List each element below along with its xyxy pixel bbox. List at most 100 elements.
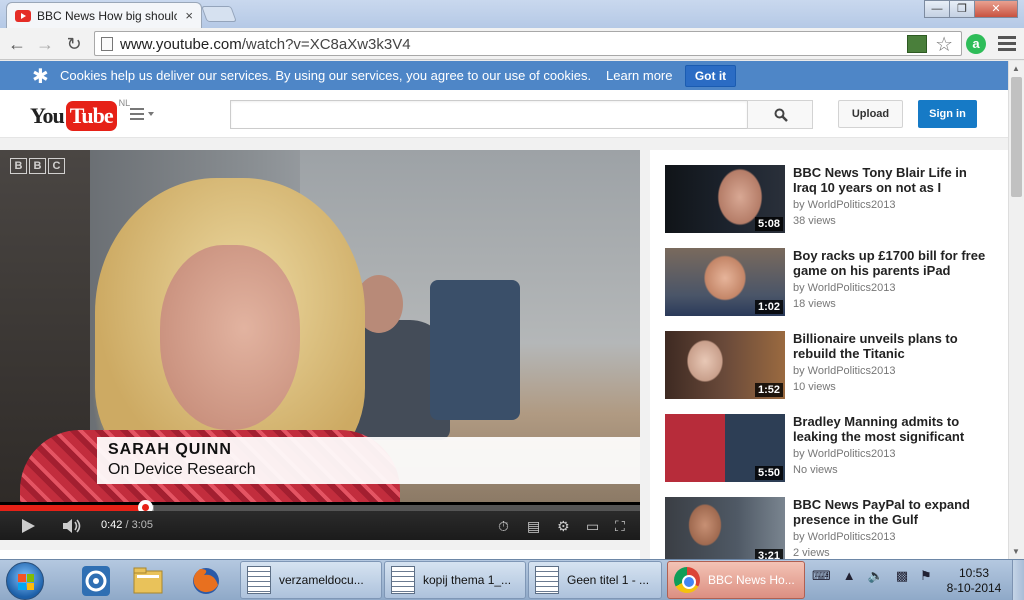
reload-icon[interactable]: ↻ <box>63 33 85 55</box>
keyboard-icon[interactable]: ⌨ <box>812 568 831 584</box>
video-thumbnail[interactable]: 3:21 <box>665 497 785 559</box>
video-duration: 1:52 <box>754 383 783 397</box>
action-center-icon[interactable]: ⚑ <box>920 568 932 584</box>
speaker-icon[interactable]: 🔈 <box>868 568 884 584</box>
player-controls: 0:42 / 3:05 ⏱ ▤ ⚙ ▭ ⛶ <box>0 511 640 540</box>
sign-in-button[interactable]: Sign in <box>918 100 977 128</box>
watch-later-icon[interactable]: ⏱ <box>498 518 509 535</box>
taskbar-item-document-3[interactable]: Geen titel 1 - ... <box>528 561 662 599</box>
search-input[interactable] <box>230 100 748 129</box>
settings-gear-icon[interactable]: ⚙ <box>557 518 570 535</box>
learn-more-link[interactable]: Learn more <box>606 68 672 83</box>
search-icon <box>774 108 788 122</box>
tab-close-icon[interactable]: × <box>185 8 193 23</box>
windows-logo-icon <box>18 574 34 590</box>
back-arrow-icon[interactable]: ← <box>6 33 28 55</box>
speaker-name: SARAH QUINN <box>108 441 232 458</box>
show-hidden-icons-icon[interactable]: ▲ <box>843 568 856 584</box>
related-video-title[interactable]: BBC News PayPal to expand presence in th… <box>793 497 993 527</box>
video-thumbnail[interactable]: 1:02 <box>665 248 785 316</box>
taskbar-item-document-2[interactable]: kopij thema 1_... <box>384 561 526 599</box>
image-extension-icon[interactable] <box>907 35 927 53</box>
explorer-folder-icon[interactable] <box>122 563 174 599</box>
close-window-button[interactable]: ✕ <box>974 0 1018 18</box>
bookmark-star-icon[interactable]: ☆ <box>935 32 953 57</box>
video-thumbnail[interactable]: 5:08 <box>665 165 785 233</box>
related-video-channel[interactable]: by WorldPolitics2013 <box>793 365 896 377</box>
related-video-title[interactable]: Bradley Manning admits to leaking the mo… <box>793 414 993 444</box>
extension-icon[interactable]: a <box>966 34 986 54</box>
youtube-page: ✱ Cookies help us deliver our services. … <box>0 61 1008 559</box>
address-bar[interactable]: www.youtube.com/watch?v=XC8aXw3k3V4 ☆ <box>94 31 962 56</box>
lower-third-caption: SARAH QUINN On Device Research <box>97 437 640 484</box>
firefox-icon[interactable] <box>180 563 232 599</box>
video-duration: 5:50 <box>754 466 783 480</box>
speaker-role: On Device Research <box>108 461 256 478</box>
upload-button[interactable]: Upload <box>838 100 903 128</box>
region-label: NL <box>118 98 131 108</box>
window-controls: — ❐ ✕ <box>924 0 1018 18</box>
search-button[interactable] <box>747 100 813 129</box>
show-desktop-button[interactable] <box>1012 560 1024 600</box>
guide-menu-icon[interactable] <box>130 108 156 122</box>
theater-mode-icon[interactable]: ▭ <box>586 518 599 535</box>
maximize-button[interactable]: ❐ <box>949 0 975 18</box>
related-video-title[interactable]: Boy racks up £1700 bill for free game on… <box>793 248 993 278</box>
clock-time: 10:53 <box>958 566 990 580</box>
masthead: You Tube NL Upload Sign in <box>0 90 1008 138</box>
related-video-channel[interactable]: by WorldPolitics2013 <box>793 199 896 211</box>
video-thumbnail[interactable]: 1:52 <box>665 331 785 399</box>
url-text[interactable]: www.youtube.com/watch?v=XC8aXw3k3V4 <box>120 36 411 53</box>
related-video-channel[interactable]: by WorldPolitics2013 <box>793 448 896 460</box>
youtube-logo[interactable]: You Tube NL <box>30 98 131 131</box>
network-signal-icon[interactable]: ▩ <box>896 568 908 584</box>
video-duration: 1:02 <box>754 300 783 314</box>
got-it-button[interactable]: Got it <box>685 65 736 87</box>
scrollbar-thumb[interactable] <box>1011 77 1022 197</box>
chrome-menu-icon[interactable] <box>998 36 1016 54</box>
logo-you: You <box>30 103 65 128</box>
video-thumbnail[interactable]: 5:50 <box>665 414 785 482</box>
related-videos-list: 5:08 BBC News Tony Blair Life in Iraq 10… <box>650 150 1008 559</box>
related-video-channel[interactable]: by WorldPolitics2013 <box>793 282 896 294</box>
fullscreen-icon[interactable]: ⛶ <box>615 518 625 535</box>
video-info-panel <box>0 550 640 559</box>
document-icon <box>391 566 415 594</box>
logo-tube: Tube <box>65 101 117 131</box>
related-video-item[interactable]: 5:50 Bradley Manning admits to leaking t… <box>665 414 1005 484</box>
taskbar-item-document-1[interactable]: verzameldocu... <box>240 561 382 599</box>
windows-taskbar: verzameldocu... kopij thema 1_... Geen t… <box>0 559 1024 600</box>
related-video-item[interactable]: 1:02 Boy racks up £1700 bill for free ga… <box>665 248 1005 318</box>
document-icon <box>247 566 271 594</box>
scroll-up-icon[interactable]: ▲ <box>1012 64 1020 73</box>
related-video-views: No views <box>793 464 838 476</box>
page-scrollbar[interactable]: ▲ ▼ <box>1008 61 1024 559</box>
related-video-item[interactable]: 3:21 BBC News PayPal to expand presence … <box>665 497 1005 559</box>
related-video-item[interactable]: 5:08 BBC News Tony Blair Life in Iraq 10… <box>665 165 1005 235</box>
related-video-channel[interactable]: by WorldPolitics2013 <box>793 531 896 543</box>
play-icon[interactable] <box>22 519 35 533</box>
video-player[interactable]: BBC SARAH QUINN On Device Research 0:42 … <box>0 150 640 540</box>
new-tab-button[interactable] <box>201 6 237 22</box>
related-video-title[interactable]: Billionaire unveils plans to rebuild the… <box>793 331 993 361</box>
related-video-item[interactable]: 1:52 Billionaire unveils plans to rebuil… <box>665 331 1005 401</box>
minimize-button[interactable]: — <box>924 0 950 18</box>
browser-tab[interactable]: BBC News How big shoulc × <box>6 2 202 28</box>
video-duration: 5:08 <box>754 217 783 231</box>
video-frame[interactable]: BBC SARAH QUINN On Device Research <box>0 150 640 502</box>
start-button[interactable] <box>6 562 44 600</box>
cookie-message: Cookies help us deliver our services. By… <box>60 68 592 83</box>
forward-arrow-icon[interactable]: → <box>34 33 56 55</box>
scroll-down-icon[interactable]: ▼ <box>1012 547 1020 556</box>
volume-icon[interactable] <box>62 518 82 534</box>
captions-icon[interactable]: ▤ <box>527 518 540 535</box>
related-video-title[interactable]: BBC News Tony Blair Life in Iraq 10 year… <box>793 165 993 195</box>
related-video-views: 2 views <box>793 547 830 559</box>
related-video-views: 18 views <box>793 298 836 310</box>
system-clock[interactable]: 10:53 8-10-2014 <box>944 566 1004 596</box>
network-pinned-icon[interactable] <box>70 563 122 599</box>
related-video-views: 10 views <box>793 381 836 393</box>
browser-titlebar: BBC News How big shoulc × — ❐ ✕ <box>0 0 1024 28</box>
bbc-watermark: BBC <box>10 158 65 174</box>
taskbar-item-chrome[interactable]: BBC News Ho... <box>667 561 805 599</box>
